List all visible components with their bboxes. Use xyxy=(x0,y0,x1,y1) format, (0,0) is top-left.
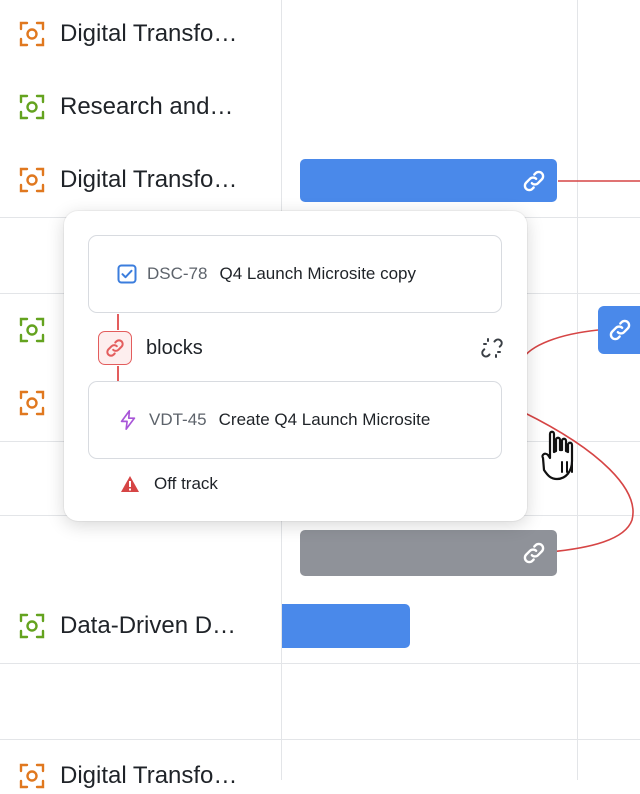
timeline-bar[interactable] xyxy=(300,159,557,202)
link-icon xyxy=(523,170,545,191)
target-icon xyxy=(19,613,45,639)
row-divider xyxy=(0,663,640,664)
checkbox-icon xyxy=(117,264,137,284)
target-icon xyxy=(19,390,45,416)
target-icon xyxy=(19,167,45,193)
dependency-relation: blocks xyxy=(98,330,504,366)
timeline-bar[interactable] xyxy=(300,530,557,576)
target-issue-card[interactable]: VDT-45 Create Q4 Launch Microsite xyxy=(88,381,502,459)
row-title: Digital Transfo… xyxy=(60,166,238,193)
timeline-bar[interactable] xyxy=(282,604,410,648)
issue-key: VDT-45 xyxy=(149,410,207,429)
relation-connector xyxy=(117,314,119,330)
row-divider xyxy=(0,739,640,740)
grab-cursor-icon xyxy=(541,430,574,481)
issue-key: DSC-78 xyxy=(147,264,208,283)
dependency-link-badge[interactable] xyxy=(598,306,640,354)
target-icon xyxy=(19,317,45,343)
relation-connector xyxy=(117,366,119,381)
target-icon xyxy=(19,94,45,120)
row-title: Digital Transfo… xyxy=(60,20,238,47)
issue-title: Q4 Launch Microsite copy xyxy=(219,264,417,283)
row-title: Data-Driven D… xyxy=(60,612,237,639)
warning-icon xyxy=(121,476,139,492)
roadmap-row-2[interactable]: Research and… xyxy=(18,89,233,125)
relation-label: blocks xyxy=(146,336,203,359)
row-title: Research and… xyxy=(60,93,234,120)
roadmap-row-3[interactable]: Digital Transfo… xyxy=(18,162,237,198)
status-indicator: Off track xyxy=(120,474,218,494)
issue-title: Create Q4 Launch Microsite xyxy=(218,410,431,429)
dependency-popover: DSC-78 Q4 Launch Microsite copy blocks V… xyxy=(64,211,527,521)
target-icon xyxy=(19,21,45,47)
link-icon xyxy=(523,542,545,564)
roadmap-row-4[interactable]: Data-Driven D… xyxy=(18,608,236,644)
row-title: Digital Transfo… xyxy=(60,762,238,789)
target-icon xyxy=(19,763,45,789)
lightning-icon xyxy=(120,410,136,430)
source-issue-card[interactable]: DSC-78 Q4 Launch Microsite copy xyxy=(88,235,502,313)
roadmap-row-5[interactable]: Digital Transfo… xyxy=(18,758,237,794)
roadmap-row-1[interactable]: Digital Transfo… xyxy=(18,16,237,52)
unlink-button[interactable] xyxy=(480,336,504,360)
link-icon xyxy=(609,319,631,341)
link-icon xyxy=(98,331,132,365)
status-label: Off track xyxy=(154,474,218,493)
